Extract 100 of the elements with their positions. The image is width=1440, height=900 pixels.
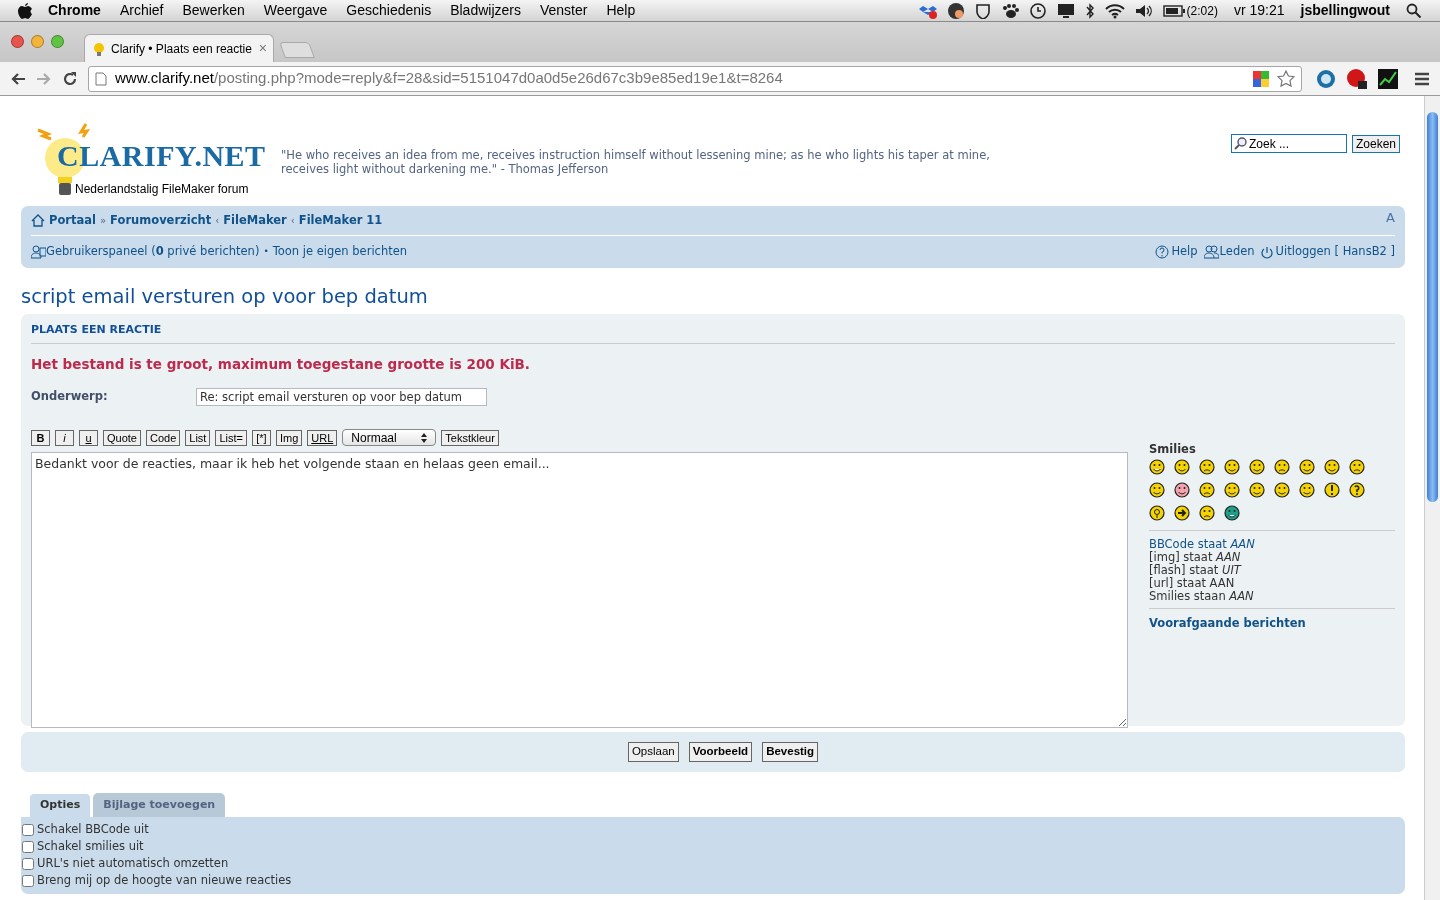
page-icon bbox=[95, 71, 107, 86]
format-button[interactable]: Quote bbox=[103, 429, 141, 446]
smiley-icon[interactable] bbox=[1199, 505, 1216, 522]
menu-item[interactable]: Help bbox=[606, 0, 636, 21]
bluetooth-icon[interactable] bbox=[1084, 2, 1095, 19]
tab-title: Clarify • Plaats een reactie bbox=[111, 40, 252, 58]
swirl-icon[interactable] bbox=[1316, 68, 1336, 89]
user-name[interactable]: jsbellingwout bbox=[1300, 0, 1390, 21]
apple-icon[interactable] bbox=[18, 2, 32, 19]
smiley-icon[interactable] bbox=[1174, 482, 1191, 499]
format-button[interactable]: URL bbox=[307, 429, 338, 446]
battery-icon[interactable] bbox=[1162, 4, 1185, 17]
message-field[interactable]: Bedankt voor de reacties, maar ik heb het volgende staan en helaas geen email... bbox=[31, 451, 1128, 728]
subject-field[interactable]: Re: script email versturen op voor bep datum bbox=[196, 387, 487, 406]
smiley-icon[interactable] bbox=[1199, 459, 1216, 476]
smiley-icon[interactable] bbox=[1274, 459, 1291, 476]
breadcrumb-link[interactable]: FileMaker bbox=[223, 211, 287, 230]
smiley-icon[interactable] bbox=[1249, 482, 1266, 499]
smiley-icon[interactable] bbox=[1299, 459, 1316, 476]
smiley-icon[interactable] bbox=[1299, 482, 1316, 499]
tab-close-button[interactable]: × bbox=[258, 38, 267, 59]
smiley-icon[interactable] bbox=[1224, 505, 1241, 522]
home-icon[interactable] bbox=[31, 214, 45, 227]
search-icon[interactable] bbox=[1406, 2, 1422, 19]
paw-icon[interactable] bbox=[1000, 2, 1019, 19]
menu-icon[interactable] bbox=[1414, 70, 1430, 87]
options-tab[interactable]: Opties bbox=[29, 793, 92, 817]
smiley-icon[interactable] bbox=[1249, 459, 1266, 476]
option-checkbox[interactable] bbox=[22, 857, 34, 870]
users-icon[interactable] bbox=[31, 245, 46, 259]
display-icon[interactable] bbox=[1056, 2, 1075, 19]
format-button[interactable]: List= bbox=[215, 429, 247, 446]
shield-icon[interactable] bbox=[974, 2, 991, 19]
star-icon[interactable] bbox=[1277, 69, 1295, 88]
scrollbar[interactable] bbox=[1424, 96, 1440, 900]
colored-squares-icon[interactable] bbox=[1253, 70, 1269, 87]
option-checkbox[interactable] bbox=[22, 840, 34, 853]
user-panel-link[interactable]: Gebruikerspaneel (0 privé berichten) bbox=[46, 243, 260, 261]
menu-item[interactable]: Weergave bbox=[263, 0, 328, 21]
submit-button[interactable]: Bevestig bbox=[762, 742, 819, 762]
option-checkbox[interactable] bbox=[22, 874, 34, 887]
submit-button[interactable]: Opslaan bbox=[627, 742, 679, 762]
search-field[interactable]: Zoek ... bbox=[1230, 134, 1347, 153]
smiley-icon[interactable] bbox=[1224, 482, 1241, 499]
search-button[interactable]: Zoeken bbox=[1351, 134, 1400, 153]
smiley-icon[interactable] bbox=[1149, 505, 1166, 522]
speaker-icon[interactable] bbox=[1134, 2, 1153, 19]
browser-tab[interactable]: Clarify • Plaats een reactie × bbox=[84, 34, 274, 62]
menubar-clock[interactable]: vr 19:21 bbox=[1233, 0, 1285, 21]
format-button[interactable]: u bbox=[79, 429, 98, 446]
wifi-icon[interactable] bbox=[1104, 2, 1125, 19]
smiley-icon[interactable] bbox=[1324, 459, 1341, 476]
format-button[interactable]: [*] bbox=[251, 429, 271, 446]
font-size-toggle[interactable]: A bbox=[1386, 207, 1395, 228]
app-menu[interactable]: Chrome bbox=[48, 0, 101, 21]
logout-link[interactable]: Uitloggen [ HansB2 ] bbox=[1260, 243, 1395, 261]
breadcrumb-link[interactable]: Forumoverzicht bbox=[110, 211, 212, 230]
format-button[interactable]: Img bbox=[275, 429, 303, 446]
menu-item[interactable]: Bewerken bbox=[182, 0, 245, 21]
breadcrumb-link[interactable]: Portaal bbox=[49, 211, 96, 230]
scrollbar-thumb[interactable] bbox=[1427, 112, 1438, 502]
members-link[interactable]: Leden bbox=[1203, 243, 1255, 261]
smiley-icon[interactable] bbox=[1174, 505, 1191, 522]
menu-item[interactable]: Geschiedenis bbox=[346, 0, 432, 21]
bbcode-status-link[interactable]: BBCode staat AAN bbox=[1149, 538, 1395, 551]
close-window-button[interactable] bbox=[11, 35, 24, 48]
menu-item[interactable]: Bladwijzers bbox=[450, 0, 521, 21]
smiley-icon[interactable] bbox=[1149, 459, 1166, 476]
smiley-icon[interactable] bbox=[1274, 482, 1291, 499]
smiley-icon[interactable] bbox=[1349, 459, 1366, 476]
menu-item[interactable]: Archief bbox=[119, 0, 164, 21]
format-button[interactable]: Code bbox=[145, 429, 181, 446]
format-button[interactable]: i bbox=[55, 429, 74, 446]
globe-icon[interactable] bbox=[946, 1, 965, 20]
reload-icon[interactable] bbox=[62, 70, 78, 87]
stop-sign-icon[interactable] bbox=[1346, 67, 1368, 90]
help-link[interactable]: Help bbox=[1155, 243, 1198, 261]
smiley-icon[interactable] bbox=[1349, 482, 1366, 499]
option-label: Breng mij op de hoogte van nieuwe reacties bbox=[37, 871, 292, 889]
smiley-icon[interactable] bbox=[1224, 459, 1241, 476]
zoom-window-button[interactable] bbox=[51, 35, 64, 48]
smiley-icon[interactable] bbox=[1149, 482, 1166, 499]
font-size-select[interactable]: Normaal bbox=[342, 429, 437, 447]
format-button[interactable]: B bbox=[31, 429, 50, 446]
breadcrumb-link[interactable]: FileMaker 11 bbox=[298, 211, 383, 230]
format-button[interactable]: Tekstkleur bbox=[441, 429, 499, 446]
previous-posts-link[interactable]: Voorafgaande berichten bbox=[1149, 615, 1395, 633]
chart-icon[interactable] bbox=[1378, 68, 1398, 89]
smiley-icon[interactable] bbox=[1199, 482, 1216, 499]
smiley-icon[interactable] bbox=[1324, 482, 1341, 499]
option-checkbox[interactable] bbox=[22, 823, 34, 836]
own-posts-link[interactable]: Toon je eigen berichten bbox=[272, 243, 408, 261]
clock-icon[interactable] bbox=[1028, 1, 1047, 20]
menu-item[interactable]: Venster bbox=[539, 0, 588, 21]
options-tab[interactable]: Bijlage toevoegen bbox=[93, 793, 226, 817]
back-icon[interactable] bbox=[10, 70, 26, 87]
format-button[interactable]: List bbox=[185, 429, 211, 446]
submit-button[interactable]: Voorbeeld bbox=[688, 742, 753, 762]
address-bar[interactable]: www.clarify.net/posting.php?mode=reply&f=28&sid=5151047d0a0d5e26d67c3b9e85ed19e1&t=8264 bbox=[88, 65, 1302, 92]
smiley-icon[interactable] bbox=[1174, 459, 1191, 476]
